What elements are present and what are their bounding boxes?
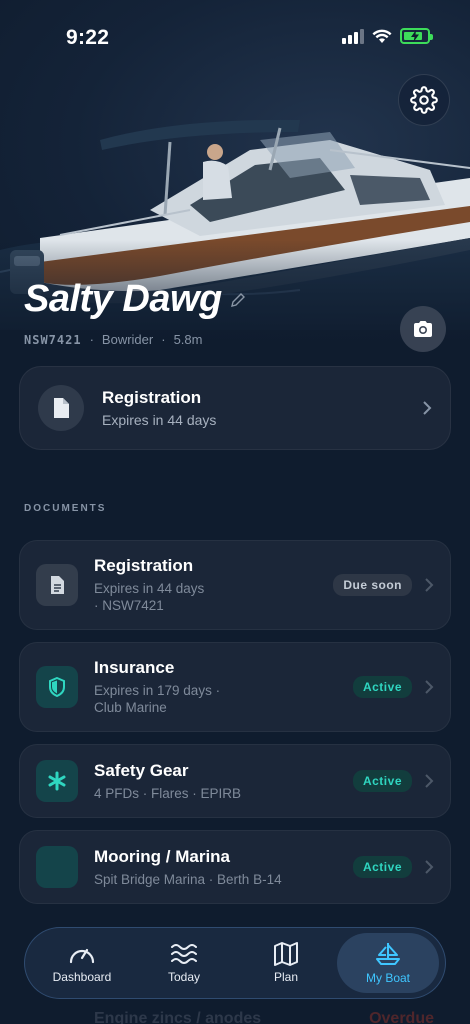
document-row-registration[interactable]: Registration Expires in 44 days · NSW742… — [19, 540, 451, 630]
asterisk-icon-tile — [36, 760, 78, 802]
boat-length: 5.8m — [173, 332, 203, 347]
shield-icon-tile — [36, 666, 78, 708]
tab-label: Plan — [273, 970, 299, 984]
chevron-right-icon — [425, 774, 434, 788]
tab-my-boat[interactable]: My Boat — [337, 933, 439, 993]
document-title: Mooring / Marina — [94, 846, 230, 866]
status-bar: 9:22 — [0, 0, 470, 70]
camera-icon — [414, 321, 432, 337]
document-icon — [54, 398, 69, 418]
document-subtitle-line2: · NSW7421 — [94, 598, 164, 613]
tab-label: My Boat — [365, 971, 410, 985]
status-time: 9:22 — [66, 26, 110, 49]
document-title: Insurance — [94, 658, 175, 677]
boat-name-heading[interactable]: Salty Dawg — [24, 278, 246, 321]
obscured-status-badge: Overdue — [369, 1010, 434, 1024]
document-title: Registration — [94, 556, 194, 575]
tab-label: Dashboard — [52, 970, 112, 984]
document-icon-tile — [36, 564, 78, 606]
tab-label: Today — [167, 970, 201, 984]
boat-name: Salty Dawg — [24, 278, 222, 320]
boat-type: Bowrider — [101, 332, 154, 347]
document-subtitle: Spit Bridge Marina · Berth B-14 — [94, 871, 282, 887]
meta-separator: · — [89, 332, 94, 347]
document-row-safety-gear[interactable]: Safety Gear 4 PFDs · Flares · EPIRB Acti… — [19, 744, 451, 818]
status-badge: Due soon — [333, 574, 412, 596]
sailboat-icon — [376, 943, 400, 965]
registration-card-title: Registration — [102, 388, 202, 407]
chevron-right-icon — [423, 401, 432, 415]
mooring-icon-tile — [36, 846, 78, 888]
tab-dashboard[interactable]: Dashboard — [31, 933, 133, 993]
document-subtitle: Expires in 44 days — [94, 581, 205, 596]
cellular-signal-icon — [342, 28, 364, 44]
document-subtitle-line2: Club Marine — [94, 700, 167, 715]
status-icons — [342, 28, 433, 44]
chevron-right-icon — [425, 860, 434, 874]
document-subtitle: 4 PFDs · Flares · EPIRB — [94, 785, 242, 801]
registration-card-subtitle: Expires in 44 days — [102, 412, 217, 428]
document-row-insurance[interactable]: Insurance Expires in 179 days · Club Mar… — [19, 642, 451, 732]
document-row-mooring[interactable]: Mooring / Marina Spit Bridge Marina · Be… — [19, 830, 451, 904]
status-badge: Active — [352, 856, 412, 878]
shield-icon — [49, 677, 65, 697]
asterisk-icon — [48, 771, 66, 791]
obscured-list-item-title: Engine zincs / anodes — [94, 1010, 262, 1024]
waves-icon — [171, 944, 197, 964]
tab-today[interactable]: Today — [133, 933, 235, 993]
map-icon — [274, 942, 298, 966]
registration-summary-card[interactable]: Registration Expires in 44 days — [19, 366, 451, 450]
battery-icon — [400, 28, 433, 44]
pencil-icon[interactable] — [230, 292, 246, 308]
gauge-icon — [69, 948, 95, 964]
boat-meta: NSW7421 · Bowrider · 5.8m — [24, 332, 202, 347]
document-icon-circle — [38, 385, 84, 431]
meta-separator: · — [161, 332, 166, 347]
gear-icon — [410, 86, 438, 114]
boat-registration: NSW7421 — [24, 332, 82, 347]
document-subtitle: Expires in 179 days · — [94, 683, 221, 698]
document-title: Safety Gear — [94, 760, 189, 780]
bottom-tab-bar: Dashboard Today Plan My Boat — [24, 927, 446, 999]
document-icon — [51, 576, 64, 594]
chevron-right-icon — [425, 578, 434, 592]
wifi-icon — [372, 29, 392, 43]
camera-button[interactable] — [400, 306, 446, 352]
chevron-right-icon — [425, 680, 434, 694]
status-badge: Active — [352, 676, 412, 698]
settings-button[interactable] — [398, 74, 450, 126]
status-badge: Active — [352, 770, 412, 792]
documents-section-label: DOCUMENTS — [24, 503, 107, 514]
tab-plan[interactable]: Plan — [235, 933, 337, 993]
